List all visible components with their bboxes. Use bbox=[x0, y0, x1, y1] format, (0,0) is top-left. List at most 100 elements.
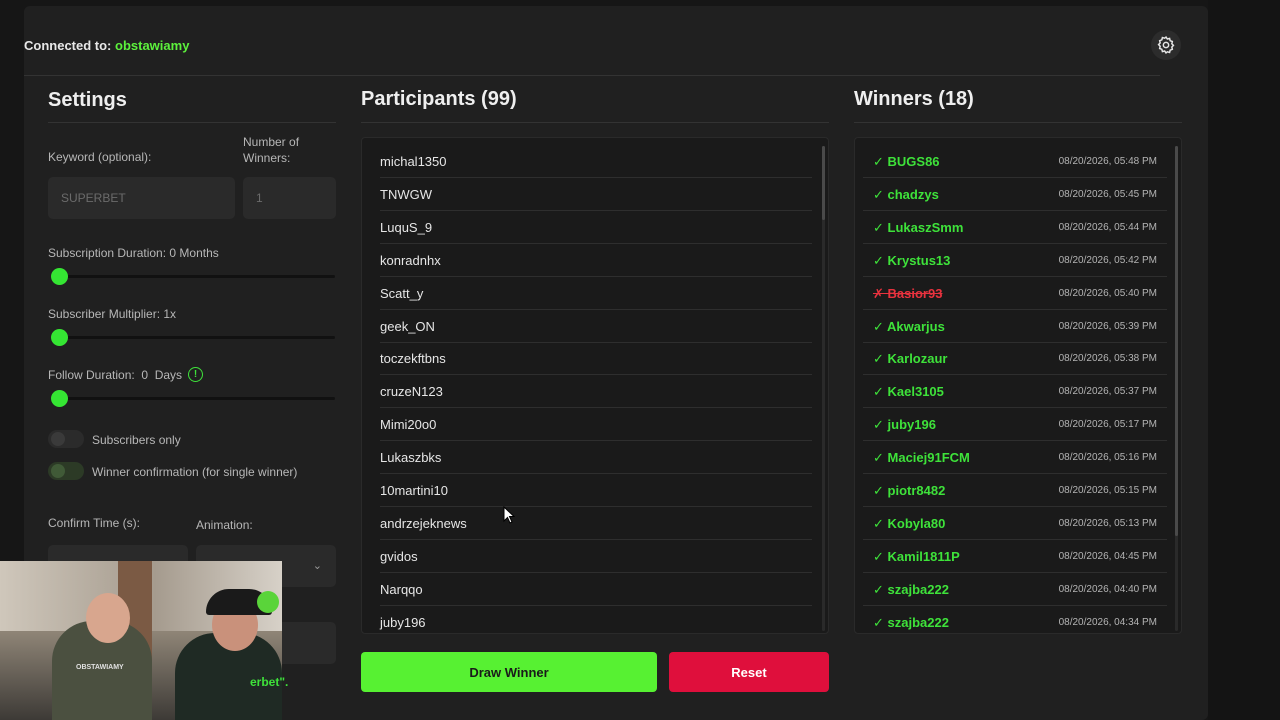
winner-name-confirmed: ✓ BUGS86 bbox=[873, 145, 940, 178]
winner-timestamp: 08/20/2026, 05:42 PM bbox=[1058, 254, 1157, 266]
winner-name-confirmed: ✓ LukaszSmm bbox=[873, 211, 963, 244]
follow-duration-text: Follow Duration: 0 Days bbox=[48, 367, 183, 382]
subscription-duration-thumb[interactable] bbox=[51, 268, 68, 285]
winners-scrollbar[interactable] bbox=[1175, 146, 1178, 631]
check-icon: ✓ bbox=[873, 581, 888, 597]
winner-name-label: Basior93 bbox=[887, 285, 943, 301]
webcam-shirt-text: OBSTAWIAMY bbox=[76, 664, 124, 671]
gear-icon bbox=[1157, 35, 1175, 55]
webcam-overlay: OBSTAWIAMY bbox=[0, 561, 282, 720]
follow-duration-thumb[interactable] bbox=[51, 390, 68, 407]
toggle-knob bbox=[51, 464, 65, 478]
settings-gear-button[interactable] bbox=[1151, 30, 1181, 60]
winner-timestamp: 08/20/2026, 05:48 PM bbox=[1058, 156, 1157, 167]
winner-name-label: Kobyla80 bbox=[887, 515, 946, 531]
participant-row[interactable]: LuquS_9 bbox=[380, 211, 812, 244]
winner-row[interactable]: ✓ BUGS86 08/20/2026, 05:48 PM bbox=[863, 145, 1167, 178]
top-bar: Connected to: obstawiamy bbox=[24, 30, 1181, 70]
subscriber-multiplier-slider[interactable] bbox=[51, 329, 335, 346]
winner-name-label: Karlozaur bbox=[887, 351, 948, 367]
winners-rule bbox=[854, 122, 1182, 123]
connection-status: Connected to: obstawiamy bbox=[24, 38, 189, 53]
subscription-duration-slider[interactable] bbox=[51, 268, 335, 285]
winner-timestamp: 08/20/2026, 05:40 PM bbox=[1058, 287, 1157, 299]
winner-name-label: chadzys bbox=[887, 186, 939, 202]
participant-row[interactable]: TNWGW bbox=[380, 178, 812, 211]
participant-row[interactable]: Mimi20o0 bbox=[380, 408, 812, 442]
check-icon: ✓ bbox=[873, 351, 888, 367]
participant-row[interactable]: toczekftbns bbox=[380, 342, 812, 376]
participant-row[interactable]: gvidos bbox=[380, 540, 812, 573]
check-icon: ✓ bbox=[873, 614, 888, 630]
winner-row[interactable]: ✓ Kael3105 08/20/2026, 05:37 PM bbox=[863, 375, 1167, 409]
winners-count-input[interactable]: 1 bbox=[243, 177, 336, 219]
winner-row[interactable]: ✓ szajba222 08/20/2026, 04:40 PM bbox=[863, 573, 1167, 606]
winner-row[interactable]: ✓ juby196 08/20/2026, 05:17 PM bbox=[863, 408, 1167, 442]
winner-name-confirmed: ✓ Maciej91FCM bbox=[873, 441, 970, 474]
winners-scroll-thumb[interactable] bbox=[1175, 146, 1178, 536]
subscriber-multiplier-thumb[interactable] bbox=[51, 329, 68, 346]
winner-row[interactable]: ✓ piotr8482 08/20/2026, 05:15 PM bbox=[863, 474, 1167, 507]
settings-panel: Settings bbox=[48, 86, 338, 114]
draw-winner-button[interactable]: Draw Winner bbox=[361, 652, 657, 692]
winner-timestamp: 08/20/2026, 05:13 PM bbox=[1058, 517, 1157, 529]
participant-row[interactable]: 10martini10 bbox=[380, 474, 812, 507]
winner-row[interactable]: ✓ Kamil1811P 08/20/2026, 04:45 PM bbox=[863, 540, 1167, 573]
winner-name-label: Krystus13 bbox=[887, 252, 951, 268]
participants-list[interactable]: michal1350 TNWGW LuquS_9 konradnhx Scatt_y ge… bbox=[361, 137, 829, 634]
winner-name-label: piotr8482 bbox=[887, 483, 946, 498]
winner-row[interactable]: ✓ LukaszSmm 08/20/2026, 05:44 PM bbox=[863, 211, 1167, 244]
chevron-down-icon: ⌄ bbox=[312, 560, 322, 572]
participant-row[interactable]: Narqqo bbox=[380, 573, 812, 606]
keyword-label: Keyword (optional): bbox=[48, 150, 152, 164]
winner-name-label: Maciej91FCM bbox=[887, 450, 970, 466]
winner-name-confirmed: ✓ chadzys bbox=[873, 178, 939, 211]
winner-name-confirmed: ✓ Kamil1811P bbox=[873, 540, 960, 573]
subscribers-only-toggle[interactable] bbox=[48, 430, 84, 448]
winner-row[interactable]: ✗ Basior93 08/20/2026, 05:40 PM bbox=[863, 277, 1167, 310]
reset-button[interactable]: Reset bbox=[669, 652, 829, 692]
participants-scrollbar[interactable] bbox=[822, 146, 825, 631]
participant-row[interactable]: juby196 bbox=[380, 606, 812, 633]
winners-list[interactable]: ✓ BUGS86 08/20/2026, 05:48 PM ✓ chadzys 08/… bbox=[854, 137, 1182, 634]
participant-row[interactable]: Scatt_y bbox=[380, 277, 812, 310]
participants-title: Participants (99) bbox=[361, 88, 517, 110]
winner-timestamp: 08/20/2026, 05:37 PM bbox=[1058, 386, 1157, 398]
winner-timestamp: 08/20/2026, 04:40 PM bbox=[1058, 583, 1157, 595]
winner-name-label: LukaszSmm bbox=[887, 219, 964, 235]
check-icon: ✓ bbox=[873, 483, 888, 498]
winner-row[interactable]: ✓ szajba222 08/20/2026, 04:34 PM bbox=[863, 606, 1167, 633]
winners-title: Winners (18) bbox=[854, 88, 974, 110]
winner-timestamp: 08/20/2026, 04:45 PM bbox=[1058, 550, 1157, 562]
connected-prefix: Connected to: bbox=[24, 38, 112, 53]
keyword-input[interactable]: SUPERBET bbox=[48, 177, 235, 219]
participants-scroll-thumb[interactable] bbox=[822, 146, 825, 220]
winner-confirmation-toggle[interactable] bbox=[48, 462, 84, 480]
winner-row[interactable]: ✓ chadzys 08/20/2026, 05:45 PM bbox=[863, 178, 1167, 211]
cross-icon: ✗ bbox=[873, 285, 888, 301]
toggle-knob bbox=[51, 432, 65, 446]
follow-duration-slider[interactable] bbox=[51, 390, 335, 407]
winner-row[interactable]: ✓ Krystus13 08/20/2026, 05:42 PM bbox=[863, 244, 1167, 277]
winner-timestamp: 08/20/2026, 04:34 PM bbox=[1058, 616, 1157, 628]
winner-row[interactable]: ✓ Akwarjus 08/20/2026, 05:39 PM bbox=[863, 310, 1167, 343]
participant-row[interactable]: michal1350 bbox=[380, 145, 812, 178]
participant-row[interactable]: konradnhx bbox=[380, 244, 812, 277]
participant-row[interactable]: geek_ON bbox=[380, 310, 812, 343]
check-icon: ✓ bbox=[873, 318, 888, 334]
winner-name-label: Kael3105 bbox=[887, 384, 944, 400]
check-icon: ✓ bbox=[873, 219, 888, 235]
info-icon[interactable]: ! bbox=[188, 367, 204, 382]
participant-row[interactable]: cruzeN123 bbox=[380, 375, 812, 409]
winner-row[interactable]: ✓ Kobyla80 08/20/2026, 05:13 PM bbox=[863, 507, 1167, 540]
participant-row[interactable]: andrzejeknews bbox=[380, 507, 812, 540]
winner-name-confirmed: ✓ Krystus13 bbox=[873, 244, 950, 277]
participant-row[interactable]: Lukaszbks bbox=[380, 441, 812, 475]
subscriber-multiplier-label: Subscriber Multiplier: 1x bbox=[48, 307, 177, 321]
winner-timestamp: 08/20/2026, 05:45 PM bbox=[1058, 188, 1157, 200]
winner-name-confirmed: ✓ szajba222 bbox=[873, 606, 949, 633]
winner-row[interactable]: ✓ Karlozaur 08/20/2026, 05:38 PM bbox=[863, 342, 1167, 376]
winner-row[interactable]: ✓ Maciej91FCM 08/20/2026, 05:16 PM bbox=[863, 441, 1167, 475]
check-icon: ✓ bbox=[873, 252, 888, 268]
winner-name-confirmed: ✓ Akwarjus bbox=[873, 310, 945, 343]
